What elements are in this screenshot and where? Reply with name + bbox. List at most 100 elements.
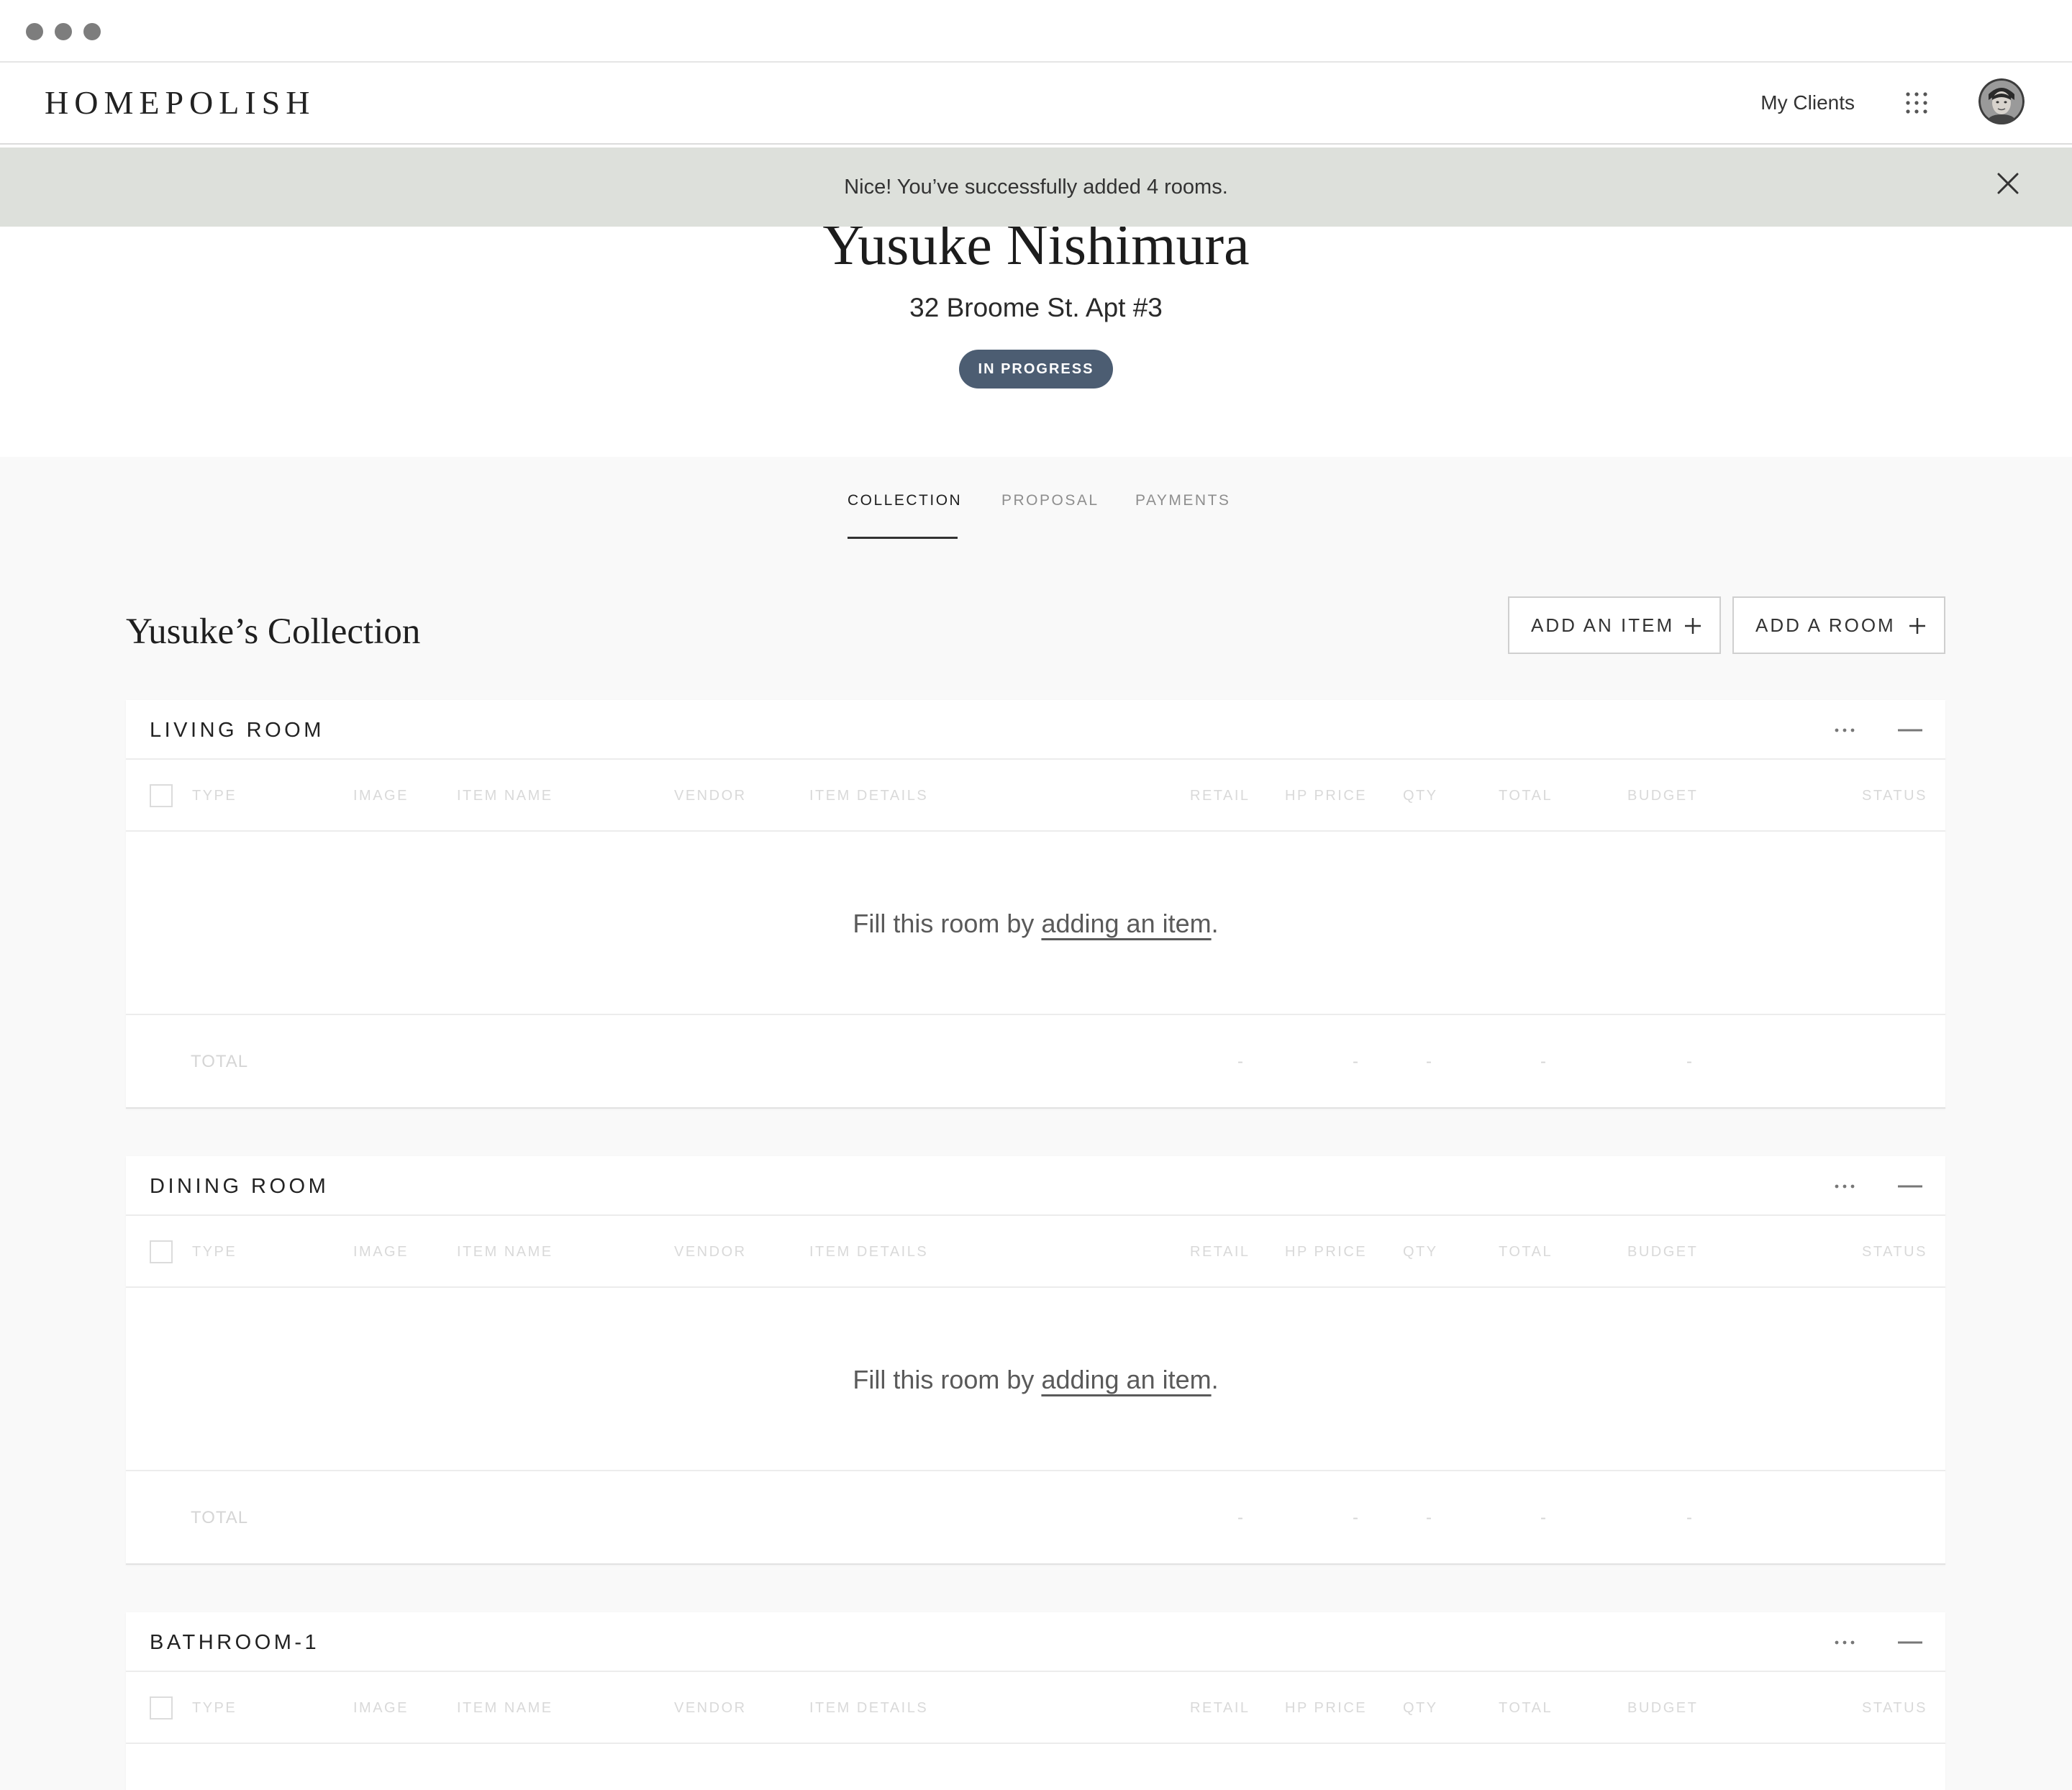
grid-dots-icon[interactable] [1904, 90, 1930, 116]
column-image[interactable]: IMAGE [353, 783, 409, 809]
active-tab-indicator [848, 537, 958, 539]
column-item-details[interactable]: ITEM DETAILS [809, 1239, 928, 1265]
window-zoom-dot[interactable] [83, 23, 101, 40]
plus-icon [1685, 618, 1701, 634]
column-budget[interactable]: BUDGET [1627, 783, 1698, 809]
total-label: TOTAL [191, 1508, 249, 1527]
room-card-bathroom-1: BATHROOM-1 TYPE IMAGE ITEM NAME VENDOR I… [126, 1612, 1945, 1790]
plus-icon [1909, 618, 1925, 634]
budget-total-value: - [1686, 1508, 1692, 1527]
hp-price-total-value: - [1353, 1052, 1358, 1071]
close-icon[interactable] [1996, 171, 2020, 196]
column-total[interactable]: TOTAL [1499, 783, 1553, 809]
column-item-name[interactable]: ITEM NAME [457, 1239, 553, 1265]
column-retail[interactable]: RETAIL [1190, 1695, 1250, 1721]
column-header-row: TYPE IMAGE ITEM NAME VENDOR ITEM DETAILS… [126, 760, 1945, 832]
client-address: 32 Broome St. Apt #3 [909, 293, 1163, 322]
column-total[interactable]: TOTAL [1499, 1239, 1553, 1265]
column-vendor[interactable]: VENDOR [674, 1695, 747, 1721]
window-chrome [0, 0, 2072, 63]
room-name: DINING ROOM [150, 1175, 330, 1198]
column-hp-price[interactable]: HP PRICE [1285, 1239, 1367, 1265]
tab-payments[interactable]: PAYMENTS [1135, 489, 1230, 513]
column-type[interactable]: TYPE [192, 783, 237, 809]
column-vendor[interactable]: VENDOR [674, 783, 747, 809]
column-header-row: TYPE IMAGE ITEM NAME VENDOR ITEM DETAILS… [126, 1216, 1945, 1288]
room-header: BATHROOM-1 [126, 1612, 1945, 1672]
collapse-icon[interactable] [1898, 1632, 1922, 1653]
more-options-icon[interactable] [1834, 1632, 1855, 1653]
column-status[interactable]: STATUS [1862, 1695, 1927, 1721]
tab-bar: COLLECTION PROPOSAL PAYMENTS [0, 489, 2072, 539]
empty-state-suffix: . [1211, 909, 1219, 938]
app-window: HOMEPOLISH My Clients Yusuke Nishimura 3… [0, 0, 2072, 1790]
total-label: TOTAL [191, 1052, 249, 1071]
total-row: TOTAL - - - - - [126, 1471, 1945, 1563]
column-total[interactable]: TOTAL [1499, 1695, 1553, 1721]
qty-total-value: - [1426, 1052, 1432, 1071]
empty-state-prefix: Fill this room by [853, 1365, 1042, 1394]
column-budget[interactable]: BUDGET [1627, 1239, 1698, 1265]
collapse-icon[interactable] [1898, 1176, 1922, 1196]
column-image[interactable]: IMAGE [353, 1695, 409, 1721]
retail-total-value: - [1237, 1052, 1243, 1071]
room-name: BATHROOM-1 [150, 1631, 320, 1654]
add-item-label: ADD AN ITEM [1531, 614, 1675, 636]
empty-state-text: Fill this room by adding an item. [126, 1360, 1945, 1400]
column-item-details[interactable]: ITEM DETAILS [809, 1695, 928, 1721]
column-retail[interactable]: RETAIL [1190, 1239, 1250, 1265]
tab-proposal[interactable]: PROPOSAL [1001, 489, 1099, 513]
column-vendor[interactable]: VENDOR [674, 1239, 747, 1265]
tab-collection[interactable]: COLLECTION [848, 489, 962, 513]
more-options-icon[interactable] [1834, 720, 1855, 740]
empty-state-prefix: Fill this room by [853, 909, 1042, 938]
column-type[interactable]: TYPE [192, 1239, 237, 1265]
column-header-row: TYPE IMAGE ITEM NAME VENDOR ITEM DETAILS… [126, 1672, 1945, 1744]
add-item-button[interactable]: ADD AN ITEM [1508, 596, 1721, 654]
add-item-link[interactable]: adding an item [1041, 1365, 1211, 1394]
add-room-label: ADD A ROOM [1755, 614, 1896, 636]
room-name: LIVING ROOM [150, 719, 324, 742]
column-status[interactable]: STATUS [1862, 1239, 1927, 1265]
column-qty[interactable]: QTY [1403, 783, 1438, 809]
room-header: DINING ROOM [126, 1156, 1945, 1216]
brand-logo[interactable]: HOMEPOLISH [45, 81, 315, 124]
column-type[interactable]: TYPE [192, 1695, 237, 1721]
column-qty[interactable]: QTY [1403, 1695, 1438, 1721]
window-minimize-dot[interactable] [55, 23, 72, 40]
more-options-icon[interactable] [1834, 1176, 1855, 1196]
room-card-dining-room: DINING ROOM TYPE IMAGE ITEM NAME VENDOR … [126, 1156, 1945, 1565]
my-clients-link[interactable]: My Clients [1760, 88, 1855, 117]
column-status[interactable]: STATUS [1862, 783, 1927, 809]
qty-total-value: - [1426, 1508, 1432, 1527]
room-card-living-room: LIVING ROOM TYPE IMAGE ITEM NAME VENDOR … [126, 700, 1945, 1109]
select-all-checkbox[interactable] [150, 1696, 173, 1719]
toast-message: Nice! You’ve successfully added 4 rooms. [844, 176, 1228, 199]
column-hp-price[interactable]: HP PRICE [1285, 1695, 1367, 1721]
collapse-icon[interactable] [1898, 720, 1922, 740]
column-image[interactable]: IMAGE [353, 1239, 409, 1265]
select-all-checkbox[interactable] [150, 1240, 173, 1263]
user-avatar[interactable] [1978, 78, 2025, 124]
column-item-name[interactable]: ITEM NAME [457, 1695, 553, 1721]
budget-total-value: - [1686, 1052, 1692, 1071]
empty-state-text: Fill this room by adding an item. [126, 904, 1945, 944]
add-item-link[interactable]: adding an item [1041, 909, 1211, 938]
column-qty[interactable]: QTY [1403, 1239, 1438, 1265]
column-hp-price[interactable]: HP PRICE [1285, 783, 1367, 809]
top-header: HOMEPOLISH My Clients [0, 63, 2072, 145]
column-item-name[interactable]: ITEM NAME [457, 783, 553, 809]
window-close-dot[interactable] [26, 23, 43, 40]
total-value: - [1540, 1052, 1546, 1071]
add-room-button[interactable]: ADD A ROOM [1732, 596, 1945, 654]
empty-state: Fill this room by adding an item. [126, 832, 1945, 1015]
empty-state: Fill this room by adding an item. [126, 1288, 1945, 1471]
status-badge: IN PROGRESS [959, 350, 1113, 389]
success-toast: Nice! You’ve successfully added 4 rooms. [0, 147, 2072, 227]
room-header: LIVING ROOM [126, 700, 1945, 760]
column-item-details[interactable]: ITEM DETAILS [809, 783, 928, 809]
select-all-checkbox[interactable] [150, 784, 173, 807]
empty-state-suffix: . [1211, 1365, 1219, 1394]
column-retail[interactable]: RETAIL [1190, 783, 1250, 809]
column-budget[interactable]: BUDGET [1627, 1695, 1698, 1721]
